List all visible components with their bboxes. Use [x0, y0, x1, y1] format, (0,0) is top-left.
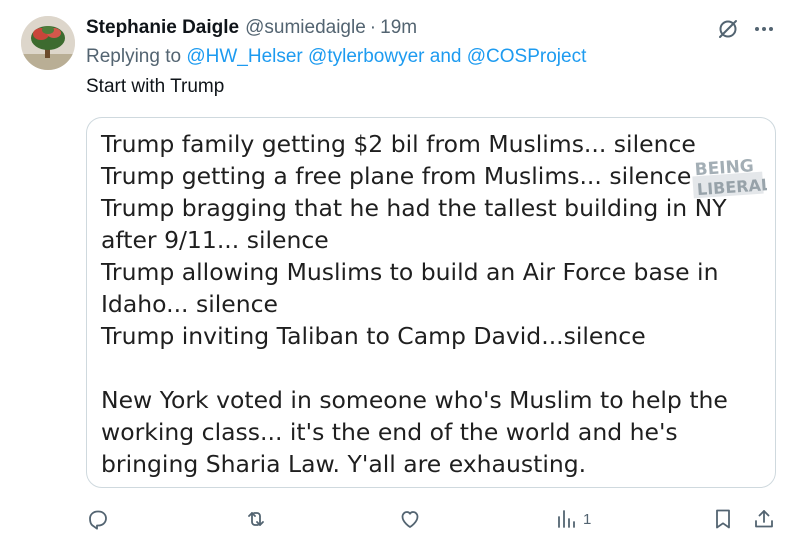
bookmark-button[interactable]: [711, 505, 735, 533]
reply-mention-cosproject[interactable]: @COSProject: [467, 46, 587, 67]
user-handle[interactable]: @sumiedaigle: [245, 17, 366, 39]
media-line: New York voted in someone who's Muslim t…: [101, 386, 728, 414]
reply-button[interactable]: [86, 505, 110, 533]
views-icon: [558, 510, 575, 528]
being-liberal-watermark: BEING LIBERAL: [692, 156, 767, 199]
watermark-line2: LIBERAL: [696, 175, 767, 199]
views-button[interactable]: 1: [555, 505, 591, 533]
media-line: Trump family getting $2 bil from Muslims…: [101, 130, 696, 158]
separator-dot: ·: [369, 17, 377, 38]
like-button[interactable]: [398, 505, 422, 533]
tweet-text: Start with Trump: [86, 76, 225, 97]
display-name[interactable]: Stephanie Daigle: [86, 17, 239, 39]
media-blank-line: [101, 352, 728, 384]
reply-mention-tylerbowyer[interactable]: @tylerbowyer: [308, 46, 424, 67]
media-line: after 9/11... silence: [101, 226, 329, 254]
replying-prefix: Replying to: [86, 46, 182, 67]
more-dots-icon[interactable]: [752, 17, 776, 41]
reply-and[interactable]: and: [430, 46, 462, 67]
media-line: Idaho... silence: [101, 290, 279, 318]
media-line: Trump getting a free plane from Muslims.…: [101, 162, 692, 190]
media-line: working class... it's the end of the wor…: [101, 418, 678, 446]
views-count: 1: [583, 510, 592, 528]
timestamp[interactable]: 19m: [380, 17, 417, 39]
media-line: bringing Sharia Law. Y'all are exhaustin…: [101, 450, 587, 478]
share-icon: [755, 510, 773, 528]
replying-to: Replying to @HW_Helser @tylerbowyer and …: [86, 46, 586, 68]
grok-icon[interactable]: [716, 17, 740, 41]
avatar[interactable]: [21, 16, 75, 70]
reply-icon: [89, 510, 107, 530]
media-line: Trump bragging that he had the tallest b…: [101, 194, 727, 222]
tweet-media-image[interactable]: Trump family getting $2 bil from Muslims…: [86, 117, 776, 488]
media-line: Trump allowing Muslims to build an Air F…: [101, 258, 719, 286]
bookmark-icon: [716, 509, 730, 529]
media-text: Trump family getting $2 bil from Muslims…: [101, 128, 728, 480]
reply-mention-hw-helser[interactable]: @HW_Helser: [186, 46, 302, 67]
retweet-icon: [248, 512, 264, 526]
action-bar: 1: [0, 505, 797, 535]
tweet-header: Stephanie Daigle @sumiedaigle · 19m: [86, 16, 417, 40]
heart-icon: [401, 511, 419, 528]
media-line: Trump inviting Taliban to Camp David...s…: [101, 322, 646, 350]
retweet-button[interactable]: [244, 505, 268, 533]
share-button[interactable]: [752, 505, 776, 533]
